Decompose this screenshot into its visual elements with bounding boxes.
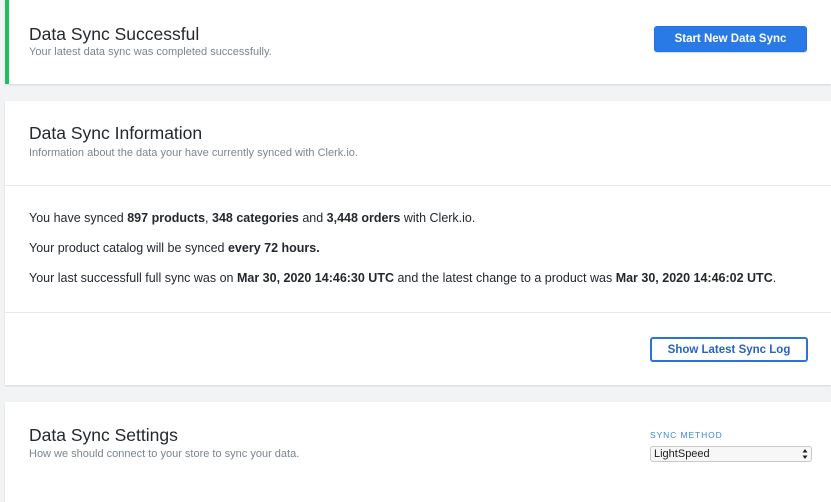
sync-success-card: Data Sync Successful Your latest data sy… (5, 0, 831, 84)
sync-success-title: Data Sync Successful (29, 24, 200, 44)
sync-information-card: Data Sync Information Information about … (5, 101, 831, 385)
sync-information-title: Data Sync Information (29, 123, 203, 143)
orders-count: 3,448 orders (326, 211, 401, 225)
last-sync-text: and the latest change to a product was (394, 271, 616, 285)
divider (5, 185, 831, 186)
last-sync-line: Your last successfull full sync was on M… (29, 271, 776, 285)
sync-method-label: SYNC METHOD (650, 430, 723, 440)
sync-success-subtitle: Your latest data sync was completed succ… (29, 46, 272, 58)
last-sync-text: . (772, 271, 777, 285)
sync-settings-subtitle: How we should connect to your store to s… (29, 448, 300, 460)
latest-change-timestamp: Mar 30, 2020 14:46:02 UTC (615, 271, 773, 285)
products-count: 897 products (127, 211, 206, 225)
show-latest-sync-log-button[interactable]: Show Latest Sync Log (650, 337, 808, 362)
sync-settings-card: Data Sync Settings How we should connect… (5, 402, 831, 502)
sync-interval-value: every 72 hours. (227, 241, 320, 255)
synced-counts-text: You have synced (29, 211, 128, 225)
updown-arrows-icon (802, 449, 808, 459)
sync-interval-line: Your product catalog will be synced ever… (29, 241, 320, 255)
divider (5, 312, 831, 313)
synced-counts-text: with Clerk.io. (400, 211, 476, 225)
synced-counts-text: and (298, 211, 327, 225)
sync-method-select[interactable]: LightSpeed (650, 446, 812, 462)
last-sync-text: Your last successfull full sync was on (29, 271, 237, 285)
start-new-sync-button[interactable]: Start New Data Sync (654, 26, 807, 52)
sync-settings-title: Data Sync Settings (29, 425, 178, 445)
synced-counts-line: You have synced 897 products, 348 catego… (29, 211, 475, 225)
synced-counts-text: , (205, 211, 212, 225)
sync-information-subtitle: Information about the data your have cur… (29, 147, 358, 159)
sync-method-value: LightSpeed (654, 448, 710, 460)
categories-count: 348 categories (212, 211, 299, 225)
last-full-sync-timestamp: Mar 30, 2020 14:46:30 UTC (236, 271, 394, 285)
sync-interval-text: Your product catalog will be synced (29, 241, 228, 255)
